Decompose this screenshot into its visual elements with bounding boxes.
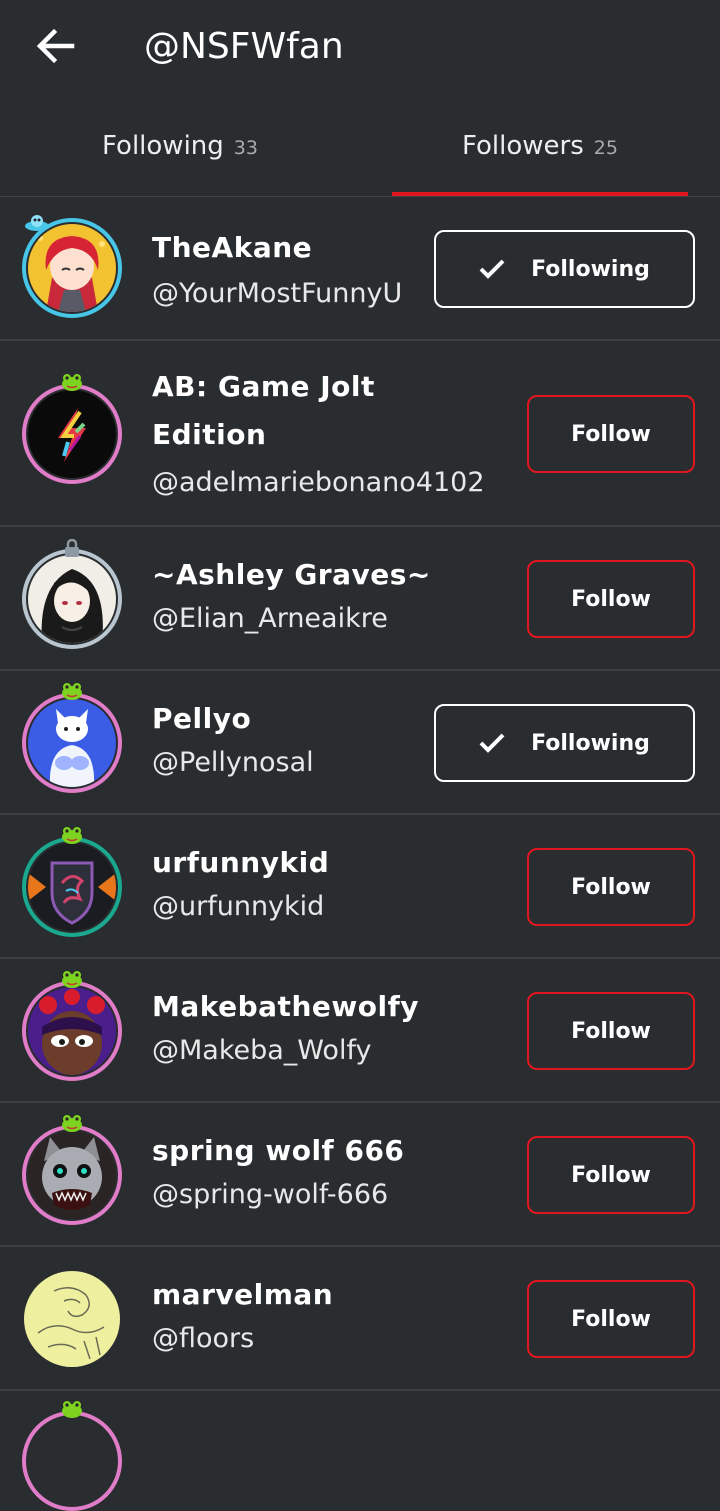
user-display-name: ~Ashley Graves~ <box>152 558 431 591</box>
avatar[interactable] <box>22 538 122 649</box>
follow-button[interactable]: Follow <box>527 848 695 926</box>
frog-badge-icon <box>60 969 84 989</box>
tab-count: 33 <box>233 137 258 159</box>
avatar[interactable] <box>22 215 122 318</box>
purple-character-avatar-icon <box>28 987 116 1075</box>
following-button[interactable]: Following <box>434 704 695 782</box>
arrow-left-icon <box>36 26 76 70</box>
white-cat-avatar-icon <box>28 699 116 787</box>
sketch-girl-avatar-icon <box>28 555 116 643</box>
follow-button[interactable]: Follow <box>527 1280 695 1358</box>
button-label: Follow <box>571 1162 651 1188</box>
button-label: Follow <box>571 1306 651 1332</box>
button-label: Follow <box>571 874 651 900</box>
followers-list: TheAkane @YourMostFunnyU Following AB: G… <box>0 197 720 1511</box>
list-item[interactable]: Pellyo @Pellynosal Following <box>0 671 720 815</box>
wolf-animatronic-avatar-icon <box>28 1131 116 1219</box>
frog-badge-icon <box>60 825 84 845</box>
dragon-shield-avatar-icon <box>28 843 116 931</box>
follow-button[interactable]: Follow <box>527 560 695 638</box>
avatar[interactable] <box>22 827 122 937</box>
user-handle: @adelmariebonano4102 <box>152 467 485 498</box>
user-handle: @YourMostFunnyU <box>152 278 400 309</box>
list-item[interactable] <box>0 1391 720 1511</box>
button-label: Following <box>531 730 650 756</box>
avatar[interactable] <box>22 1115 122 1225</box>
follow-button[interactable]: Follow <box>527 395 695 473</box>
list-item[interactable]: TheAkane @YourMostFunnyU Following <box>0 197 720 341</box>
list-item[interactable]: marvelman @floors Follow <box>0 1247 720 1391</box>
lock-badge-icon <box>62 538 82 559</box>
user-handle: @Elian_Arneaikre <box>152 603 388 634</box>
list-item[interactable]: ~Ashley Graves~ @Elian_Arneaikre Follow <box>0 527 720 671</box>
tab-label: Following <box>102 131 224 161</box>
user-handle: @Makeba_Wolfy <box>152 1035 372 1066</box>
avatar[interactable] <box>22 1269 122 1369</box>
list-item[interactable]: urfunnykid @urfunnykid Follow <box>0 815 720 959</box>
button-label: Follow <box>571 586 651 612</box>
following-button[interactable]: Following <box>434 230 695 308</box>
button-label: Follow <box>571 1018 651 1044</box>
user-handle: @floors <box>152 1323 255 1354</box>
anime-girl-avatar-icon <box>28 224 116 312</box>
tab-label: Followers <box>462 131 584 161</box>
tab-bar: Following 33 Followers 25 <box>0 96 720 197</box>
user-display-name: Pellyo <box>152 702 252 735</box>
follow-button[interactable]: Follow <box>527 992 695 1070</box>
frog-badge-icon <box>60 1399 84 1419</box>
follow-button[interactable]: Follow <box>527 1136 695 1214</box>
user-display-name: TheAkane <box>152 231 313 264</box>
page-title: @NSFWfan <box>144 26 344 67</box>
yellow-sketch-avatar-icon <box>24 1271 120 1367</box>
user-handle: @urfunnykid <box>152 891 325 922</box>
list-item[interactable]: AB: Game Jolt Edition @adelmariebonano41… <box>0 341 720 527</box>
frog-badge-icon <box>60 1113 84 1133</box>
list-item[interactable]: Makebathewolfy @Makeba_Wolfy Follow <box>0 959 720 1103</box>
tab-count: 25 <box>593 137 618 159</box>
back-button[interactable] <box>30 24 82 72</box>
frog-badge-icon <box>60 681 84 701</box>
avatar[interactable] <box>22 1401 122 1511</box>
user-display-name: urfunnykid <box>152 846 330 879</box>
user-display-name: AB: Game Jolt Edition <box>152 370 375 451</box>
app-bar: @NSFWfan <box>0 0 720 96</box>
user-display-name: Makebathewolfy <box>152 990 419 1023</box>
avatar[interactable] <box>22 971 122 1081</box>
tab-following[interactable]: Following 33 <box>0 96 360 196</box>
user-display-name: marvelman <box>152 1278 334 1311</box>
user-display-name: spring wolf 666 <box>152 1134 405 1167</box>
checkmark-icon <box>479 733 505 753</box>
rainbow-bolt-avatar-icon <box>28 390 116 478</box>
avatar[interactable] <box>22 683 122 793</box>
ufo-badge-icon <box>24 212 49 232</box>
user-handle: @spring-wolf-666 <box>152 1179 389 1210</box>
list-item[interactable]: spring wolf 666 @spring-wolf-666 Follow <box>0 1103 720 1247</box>
tab-followers[interactable]: Followers 25 <box>360 96 720 196</box>
user-handle: @Pellynosal <box>152 747 314 778</box>
button-label: Following <box>531 256 650 282</box>
frog-badge-icon <box>60 372 84 392</box>
active-tab-indicator <box>392 192 688 196</box>
avatar[interactable] <box>22 374 122 484</box>
checkmark-icon <box>479 259 505 279</box>
button-label: Follow <box>571 421 651 447</box>
